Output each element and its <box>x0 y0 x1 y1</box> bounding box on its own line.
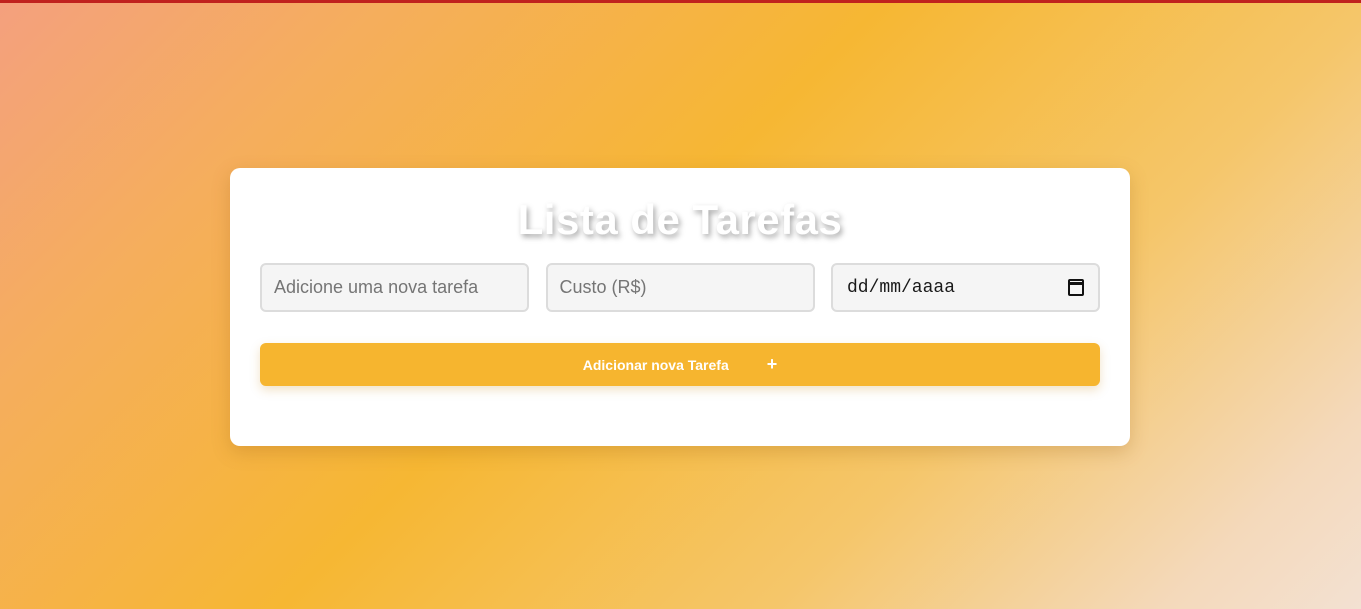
task-input-placeholder: Adicione uma nova tarefa <box>274 277 479 297</box>
page-title: Lista de Tarefas <box>517 196 843 243</box>
cost-input[interactable]: Custo (R$) <box>545 263 815 312</box>
add-task-button[interactable]: Adicionar nova Tarefa + <box>260 343 1100 386</box>
plus-icon: + <box>766 353 778 374</box>
date-input[interactable]: dd/mm/aaaa <box>831 263 1100 312</box>
add-task-button-label: Adicionar nova Tarefa <box>582 356 729 373</box>
task-form: Adicione uma nova tarefa Custo (R$) dd/m… <box>260 263 1100 312</box>
date-input-placeholder: dd/mm/aaaa <box>847 277 956 298</box>
cost-input-placeholder: Custo (R$) <box>559 277 647 297</box>
top-accent-bar <box>0 0 1361 3</box>
task-input[interactable]: Adicione uma nova tarefa <box>260 263 529 312</box>
todo-card: Lista de Tarefas Adicione uma nova taref… <box>230 168 1130 446</box>
calendar-icon[interactable] <box>1068 279 1084 296</box>
